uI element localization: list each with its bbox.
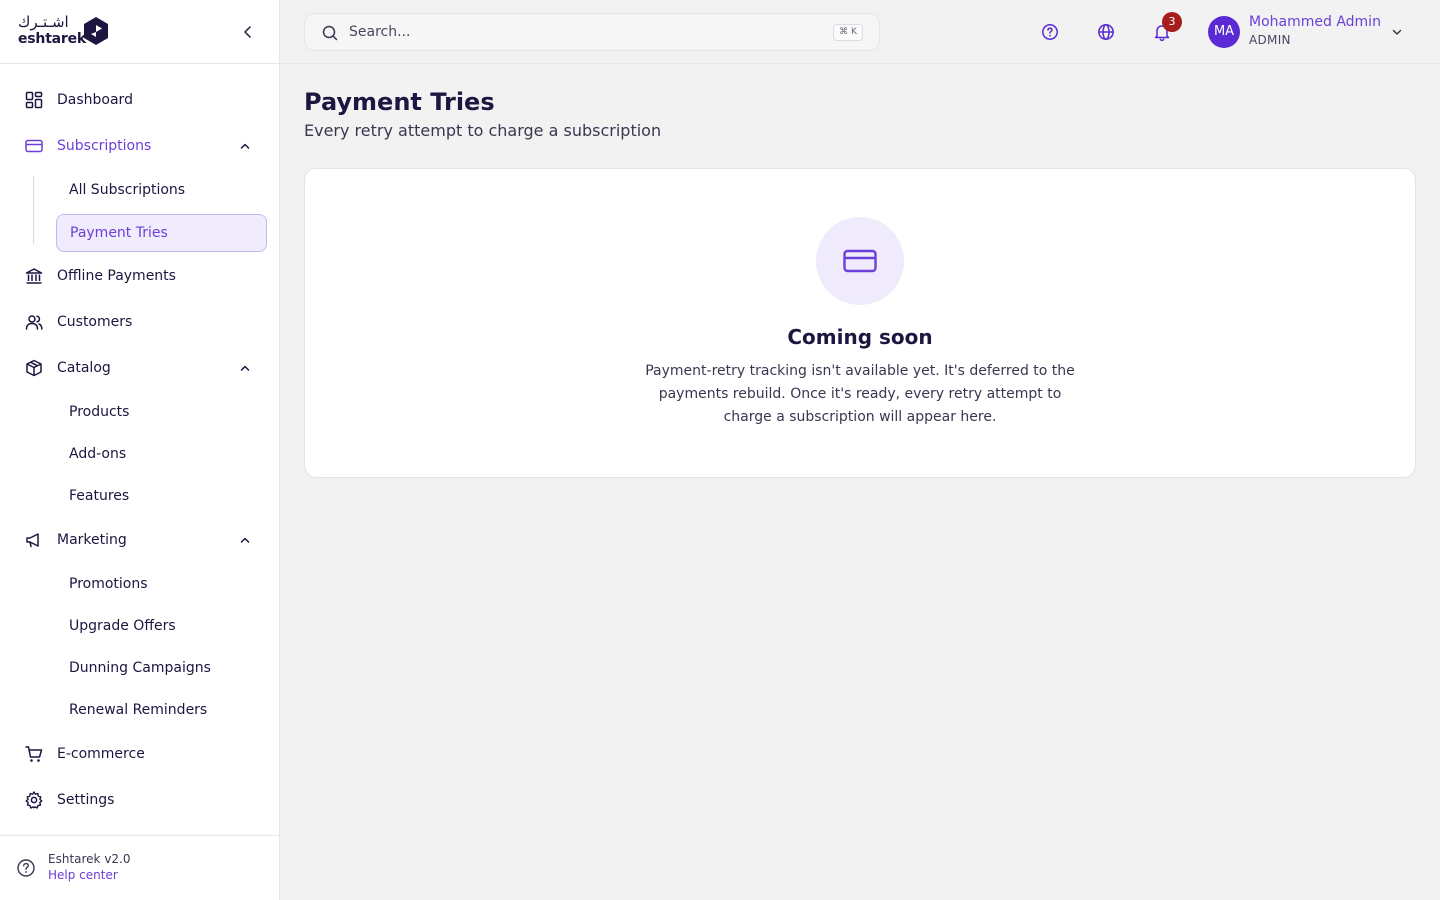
sidebar-item-settings[interactable]: Settings [12, 781, 267, 819]
dashboard-grid-icon [25, 91, 43, 109]
sidebar-footer: Eshtarek v2.0 Help center [0, 835, 279, 900]
sidebar-subitem-features[interactable]: Features [56, 477, 267, 515]
sidebar-subitem-payment-tries[interactable]: Payment Tries [56, 214, 267, 252]
sidebar-item-label: E-commerce [57, 746, 145, 762]
user-name: Mohammed Admin [1249, 14, 1381, 30]
top-bar: ⌘ K 3 MA Mohammed Admin ADMIN [280, 0, 1440, 64]
sidebar-subitem-label: Promotions [69, 576, 148, 592]
sidebar-subitem-label: Upgrade Offers [69, 618, 176, 634]
sidebar-subitem-label: Features [69, 488, 130, 504]
global-search[interactable]: ⌘ K [304, 13, 880, 51]
chevron-up-icon[interactable] [238, 361, 252, 375]
search-shortcut-hint: ⌘ K [833, 24, 863, 41]
notification-count-badge: 3 [1162, 12, 1182, 32]
empty-state-card: Coming soon Payment-retry tracking isn't… [304, 168, 1416, 478]
sidebar-item-offline-payments[interactable]: Offline Payments [12, 257, 267, 295]
chevron-up-icon[interactable] [238, 139, 252, 153]
empty-state-title: Coming soon [787, 325, 933, 349]
sidebar-subitem-label: Dunning Campaigns [69, 660, 211, 676]
collapse-sidebar-icon[interactable] [238, 22, 258, 42]
logo-latin-text: eshtarek [18, 31, 87, 47]
empty-state-message: Payment-retry tracking isn't available y… [645, 363, 1075, 425]
users-icon [25, 315, 43, 330]
sidebar-item-e-commerce[interactable]: E-commerce [12, 735, 267, 773]
logo-mark-icon [84, 17, 108, 45]
sidebar-item-label: Offline Payments [57, 268, 176, 284]
logo-arabic-text: اشـتـرك [18, 13, 69, 31]
sidebar-item-label: Subscriptions [57, 138, 152, 154]
sidebar-subitem-promotions[interactable]: Promotions [56, 565, 267, 603]
sidebar-item-marketing[interactable]: Marketing [12, 521, 267, 559]
globe-language-icon[interactable] [1096, 22, 1116, 42]
bank-icon [25, 268, 43, 284]
search-icon [322, 25, 338, 41]
sidebar-subitem-label: Renewal Reminders [69, 702, 208, 718]
sidebar-subitem-label: Payment Tries [70, 225, 168, 241]
sidebar-item-label: Catalog [57, 360, 111, 376]
sidebar-item-label: Marketing [57, 532, 127, 548]
sidebar-item-customers[interactable]: Customers [12, 303, 267, 341]
eshtarek-logo[interactable]: اشـتـرك eshtarek [18, 14, 110, 50]
sidebar-item-catalog[interactable]: Catalog [12, 349, 267, 387]
help-circle-icon [17, 859, 35, 877]
sidebar-subitem-all-subscriptions[interactable]: All Subscriptions [56, 171, 267, 209]
sidebar-subitem-products[interactable]: Products [56, 393, 267, 431]
sidebar-subitem-add-ons[interactable]: Add-ons [56, 435, 267, 473]
sidebar-item-label: Settings [57, 792, 115, 808]
help-icon[interactable] [1040, 22, 1060, 42]
app-version: Eshtarek v2.0 [48, 852, 131, 866]
sidebar-item-label: Customers [57, 314, 133, 330]
sidebar-subitem-renewal-reminders[interactable]: Renewal Reminders [56, 691, 267, 729]
sidebar-subitem-label: All Subscriptions [69, 182, 186, 198]
megaphone-icon [26, 533, 39, 548]
sidebar: اشـتـرك eshtarek Dashboard Subscriptions… [0, 0, 280, 900]
sidebar-subitem-label: Add-ons [69, 446, 127, 462]
credit-card-icon [25, 139, 43, 153]
user-role: ADMIN [1249, 33, 1291, 47]
search-input[interactable] [349, 22, 809, 42]
credit-card-icon [843, 249, 877, 273]
sidebar-subitem-upgrade-offers[interactable]: Upgrade Offers [56, 607, 267, 645]
page-subtitle: Every retry attempt to charge a subscrip… [304, 121, 662, 140]
chevron-up-icon[interactable] [238, 533, 252, 547]
brand-header: اشـتـرك eshtarek [0, 0, 279, 64]
avatar: MA [1208, 16, 1240, 48]
submenu-guide-line [33, 176, 34, 244]
empty-state-icon-circle [816, 217, 904, 305]
cart-icon [25, 746, 43, 762]
sidebar-subitem-label: Products [69, 404, 130, 420]
gear-icon [25, 791, 43, 809]
package-icon [26, 359, 42, 377]
sidebar-item-label: Dashboard [57, 92, 133, 108]
sidebar-subitem-dunning-campaigns[interactable]: Dunning Campaigns [56, 649, 267, 687]
page-title: Payment Tries [304, 88, 495, 116]
sidebar-item-dashboard[interactable]: Dashboard [12, 81, 267, 119]
user-menu[interactable]: MA Mohammed Admin ADMIN [1208, 14, 1408, 50]
chevron-down-icon [1392, 29, 1402, 35]
sidebar-item-subscriptions[interactable]: Subscriptions [12, 127, 267, 165]
help-center-link[interactable]: Help center [48, 868, 118, 882]
